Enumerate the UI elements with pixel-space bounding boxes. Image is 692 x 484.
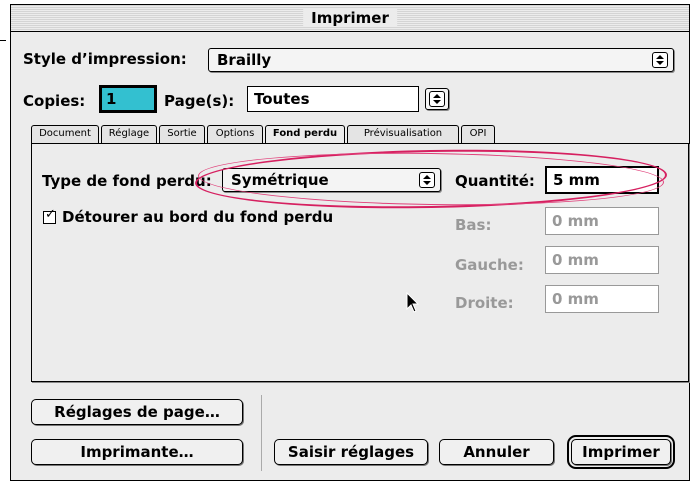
tab-sortie[interactable]: Sortie — [159, 125, 205, 143]
copies-field[interactable]: 1 — [99, 85, 157, 113]
clip-label: Détourer au bord du fond perdu — [62, 208, 334, 226]
tab-document[interactable]: Document — [31, 125, 99, 143]
clip-checkbox[interactable]: ✓ — [43, 207, 56, 224]
pages-popup[interactable] — [425, 88, 449, 110]
checkmark-icon: ✓ — [45, 207, 56, 222]
tab-label: Fond perdu — [272, 128, 338, 139]
tab-fond-perdu[interactable]: Fond perdu — [265, 125, 345, 145]
popup-arrows-icon — [652, 52, 668, 68]
right-value: 0 mm — [552, 290, 599, 308]
right-field[interactable]: 0 mm — [545, 285, 659, 313]
pages-field[interactable]: Toutes — [247, 86, 419, 112]
right-label: Droite: — [455, 294, 514, 312]
dialog-title: Imprimer — [303, 9, 397, 27]
tab-previsualisation[interactable]: Prévisualisation — [347, 125, 459, 143]
print-dialog: Imprimer Style d’impression: Brailly Cop… — [10, 4, 690, 481]
left-field[interactable]: 0 mm — [545, 246, 659, 274]
tab-label: Document — [39, 128, 91, 139]
bottom-label: Bas: — [455, 216, 492, 234]
cancel-button[interactable]: Annuler — [439, 439, 554, 465]
tab-opi[interactable]: OPI — [461, 125, 495, 143]
capture-settings-button[interactable]: Saisir réglages — [274, 439, 428, 465]
print-style-popup[interactable]: Brailly — [208, 48, 674, 72]
mouse-pointer-icon — [406, 292, 420, 313]
print-style-value: Brailly — [217, 51, 272, 69]
copies-label: Copies: — [23, 92, 86, 110]
pages-value: Toutes — [254, 90, 310, 108]
button-separator — [261, 395, 262, 471]
print-style-label: Style d’impression: — [23, 50, 187, 68]
page-setup-button[interactable]: Réglages de page… — [31, 399, 243, 425]
tab-label: Réglage — [108, 128, 150, 139]
tab-label: Sortie — [167, 128, 197, 139]
title-bar[interactable]: Imprimer — [11, 5, 689, 32]
tab-label: Options — [215, 128, 255, 139]
popup-arrows-icon — [429, 91, 445, 107]
background-edge — [0, 40, 6, 41]
bleed-type-label: Type de fond perdu: — [42, 172, 212, 190]
tab-options[interactable]: Options — [207, 125, 263, 143]
print-button[interactable]: Imprimer — [567, 435, 675, 469]
copies-value: 1 — [106, 90, 117, 108]
printer-button[interactable]: Imprimante… — [31, 439, 243, 465]
tab-label: Prévisualisation — [363, 128, 443, 139]
bottom-value: 0 mm — [552, 212, 599, 230]
bottom-field[interactable]: 0 mm — [545, 207, 659, 235]
left-label: Gauche: — [455, 256, 524, 274]
tab-label: OPI — [469, 128, 487, 139]
pages-label: Page(s): — [164, 92, 235, 110]
tab-reglage[interactable]: Réglage — [101, 125, 157, 143]
left-value: 0 mm — [552, 251, 599, 269]
